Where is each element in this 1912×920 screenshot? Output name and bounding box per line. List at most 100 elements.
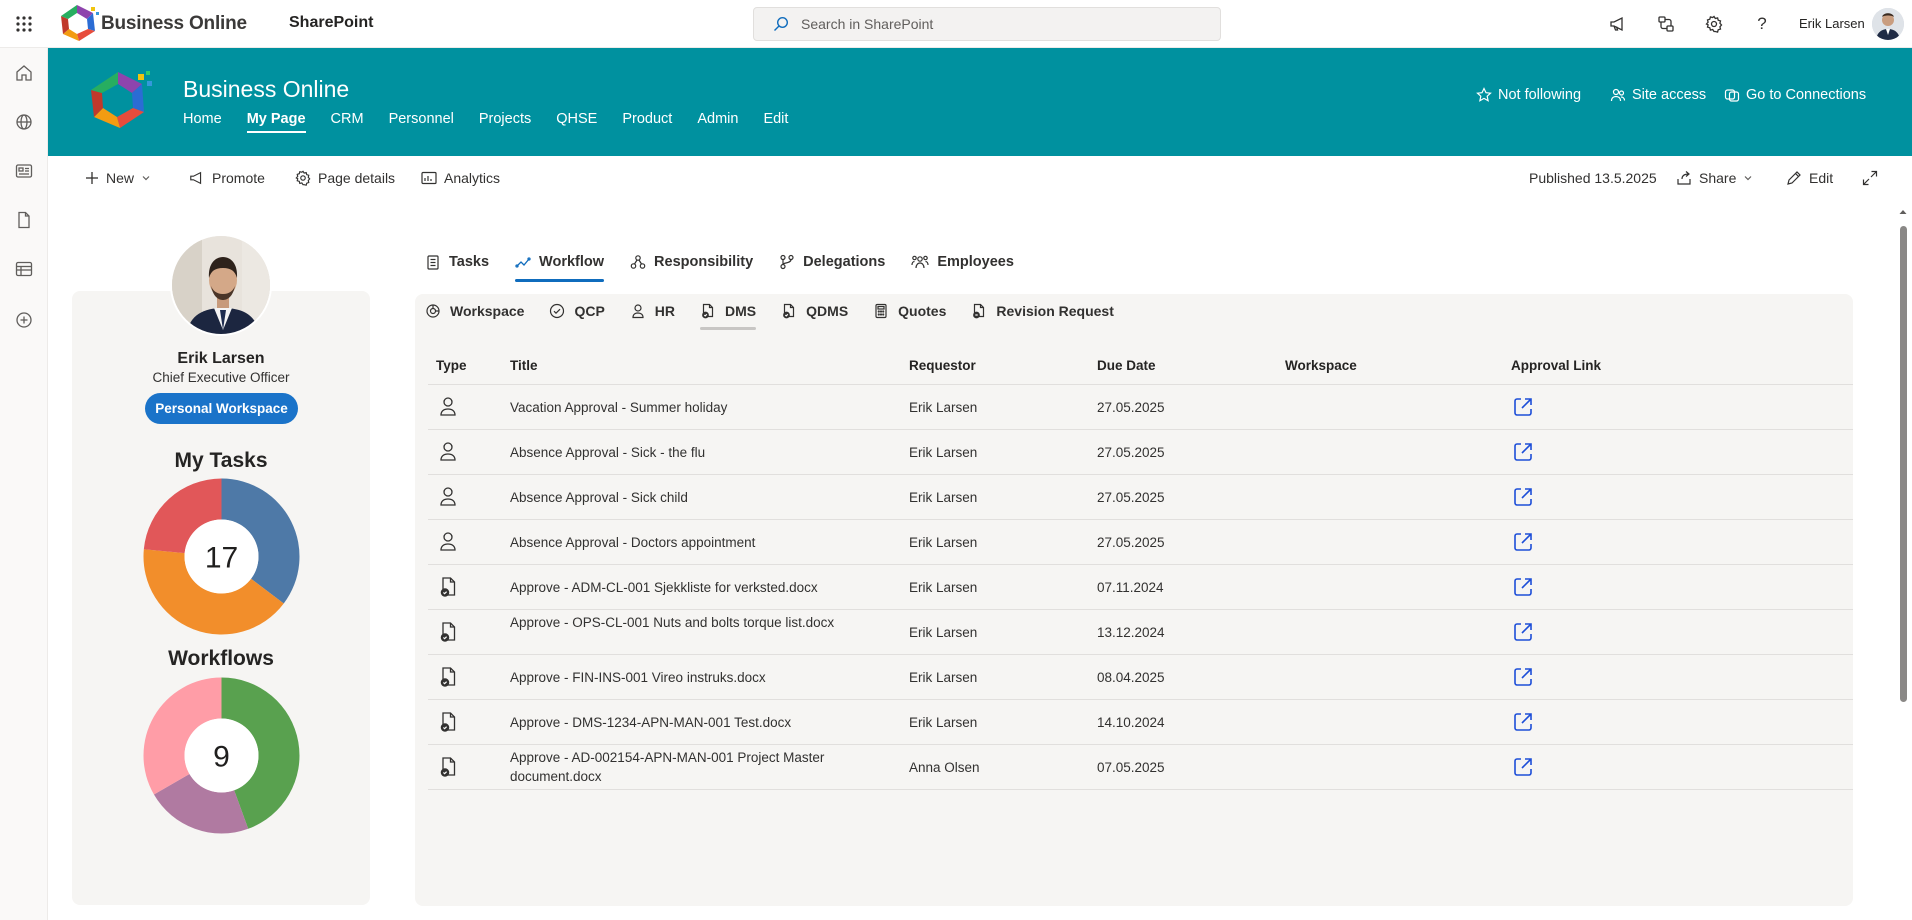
- brand-logo[interactable]: [55, 3, 100, 45]
- table-row[interactable]: Approve - OPS-CL-001 Nuts and bolts torq…: [428, 609, 1853, 654]
- open-link-icon[interactable]: [1511, 665, 1535, 689]
- subtab-dms[interactable]: DMS: [700, 303, 757, 330]
- table-row[interactable]: Approve - AD-002154-APN-MAN-001 Project …: [428, 744, 1853, 789]
- open-link-icon[interactable]: [1511, 485, 1535, 509]
- open-link-icon[interactable]: [1511, 395, 1535, 419]
- document-icon[interactable]: [12, 208, 36, 232]
- open-link-icon[interactable]: [1511, 710, 1535, 734]
- revision-icon: [971, 303, 987, 319]
- open-link-icon[interactable]: [1511, 575, 1535, 599]
- open-link-icon[interactable]: [1511, 530, 1535, 554]
- news-icon[interactable]: [12, 159, 36, 183]
- tab-employees[interactable]: Employees: [911, 246, 1014, 278]
- tab-label: Responsibility: [654, 254, 754, 270]
- user-avatar[interactable]: [1872, 8, 1904, 40]
- clipboard-icon: [425, 254, 441, 270]
- share-button[interactable]: Share: [1676, 170, 1753, 186]
- analytics-button[interactable]: Analytics: [421, 170, 500, 186]
- table-row[interactable]: Approve - ADM-CL-001 Sjekkliste for verk…: [428, 564, 1853, 609]
- tab-delegations[interactable]: Delegations: [779, 246, 885, 278]
- column-header-approval-link[interactable]: Approval Link: [1511, 358, 1601, 373]
- nav-crm[interactable]: CRM: [331, 110, 375, 136]
- scrollbar-thumb[interactable]: [1900, 226, 1907, 702]
- promote-button[interactable]: Promote: [189, 170, 265, 186]
- primary-tabs: Tasks Workflow Responsibility Delegation…: [425, 246, 1040, 282]
- row-requestor: Erik Larsen: [909, 670, 978, 685]
- subtab-qdms[interactable]: QDMS: [781, 303, 848, 319]
- subtab-qcp[interactable]: QCP: [549, 303, 605, 319]
- brand-name[interactable]: Business Online: [101, 13, 247, 35]
- tasks-donut-chart[interactable]: 17: [143, 478, 300, 635]
- personal-workspace-button[interactable]: Personal Workspace: [145, 393, 298, 424]
- document-check-icon: [781, 303, 797, 319]
- table-row[interactable]: Absence Approval - Sick child Erik Larsen…: [428, 474, 1853, 519]
- help-icon[interactable]: ?: [1751, 13, 1773, 35]
- column-header-title[interactable]: Title: [510, 358, 538, 373]
- column-header-due-date[interactable]: Due Date: [1097, 358, 1156, 373]
- open-link-icon[interactable]: [1511, 440, 1535, 464]
- table-row[interactable]: Vacation Approval - Summer holiday Erik L…: [428, 384, 1853, 429]
- column-header-type[interactable]: Type: [436, 358, 467, 373]
- table-row[interactable]: Absence Approval - Sick - the flu Erik La…: [428, 429, 1853, 474]
- go-to-connections-button[interactable]: Go to Connections: [1724, 87, 1866, 103]
- row-due-date: 27.05.2025: [1097, 535, 1165, 550]
- open-link-icon[interactable]: [1511, 755, 1535, 779]
- nav-home[interactable]: Home: [183, 110, 233, 136]
- site-access-button[interactable]: Site access: [1610, 87, 1706, 103]
- add-circle-icon[interactable]: [12, 308, 36, 332]
- subtab-hr[interactable]: HR: [630, 303, 675, 319]
- nav-admin[interactable]: Admin: [697, 110, 749, 136]
- app-launcher-icon[interactable]: [12, 12, 36, 36]
- document-check-icon: [438, 576, 458, 598]
- nav-edit[interactable]: Edit: [763, 110, 799, 136]
- page-details-button[interactable]: Page details: [295, 170, 395, 186]
- share-label: Share: [1699, 170, 1737, 186]
- table-row[interactable]: Approve - DMS-1234-APN-MAN-001 Test.docx…: [428, 699, 1853, 744]
- tab-workflow[interactable]: Workflow: [515, 246, 604, 282]
- row-title: Approve - OPS-CL-001 Nuts and bolts torq…: [510, 615, 835, 630]
- app-name[interactable]: SharePoint: [289, 14, 373, 32]
- row-requestor: Erik Larsen: [909, 400, 978, 415]
- tab-tasks[interactable]: Tasks: [425, 246, 489, 278]
- scroll-up-arrow[interactable]: [1897, 206, 1909, 218]
- user-name[interactable]: Erik Larsen: [1799, 16, 1865, 31]
- calculator-icon: [873, 303, 889, 319]
- list-icon[interactable]: [12, 257, 36, 281]
- nav-qhse[interactable]: QHSE: [556, 110, 608, 136]
- search-box[interactable]: Search in SharePoint: [753, 7, 1221, 41]
- site-logo[interactable]: [80, 68, 156, 134]
- table-row[interactable]: Absence Approval - Doctors appointment Er…: [428, 519, 1853, 564]
- promote-label: Promote: [212, 170, 265, 186]
- edit-button[interactable]: Edit: [1786, 170, 1833, 186]
- nav-personnel[interactable]: Personnel: [389, 110, 465, 136]
- follow-button[interactable]: Not following: [1476, 87, 1581, 103]
- site-title[interactable]: Business Online: [183, 76, 349, 103]
- column-header-workspace[interactable]: Workspace: [1285, 358, 1357, 373]
- connections-icon[interactable]: [1655, 13, 1677, 35]
- column-header-requestor[interactable]: Requestor: [909, 358, 976, 373]
- subtab-label: Revision Request: [996, 303, 1114, 319]
- workflows-donut-chart[interactable]: 9: [143, 677, 300, 834]
- subtab-workspace[interactable]: Workspace: [425, 303, 524, 319]
- person-icon: [630, 303, 646, 319]
- profile-role: Chief Executive Officer: [152, 370, 290, 385]
- megaphone-icon[interactable]: [1607, 13, 1629, 35]
- delegation-icon: [779, 254, 795, 270]
- nav-projects[interactable]: Projects: [479, 110, 542, 136]
- table-row[interactable]: Approve - FIN-INS-001 Vireo instruks.doc…: [428, 654, 1853, 699]
- expand-icon[interactable]: [1862, 170, 1878, 186]
- chevron-down-icon: [141, 173, 151, 183]
- person-icon: [438, 441, 458, 463]
- globe-icon[interactable]: [12, 110, 36, 134]
- subtab-revision-request[interactable]: Revision Request: [971, 303, 1114, 319]
- subtab-label: Quotes: [898, 303, 947, 319]
- open-link-icon[interactable]: [1511, 620, 1535, 644]
- home-icon[interactable]: [12, 61, 36, 85]
- settings-gear-icon[interactable]: [1703, 13, 1725, 35]
- subtab-quotes[interactable]: Quotes: [873, 303, 946, 319]
- nav-product[interactable]: Product: [622, 110, 683, 136]
- tab-responsibility[interactable]: Responsibility: [630, 246, 753, 278]
- new-button[interactable]: New: [85, 170, 151, 186]
- tab-label: Tasks: [449, 254, 490, 270]
- nav-my-page[interactable]: My Page: [246, 110, 317, 136]
